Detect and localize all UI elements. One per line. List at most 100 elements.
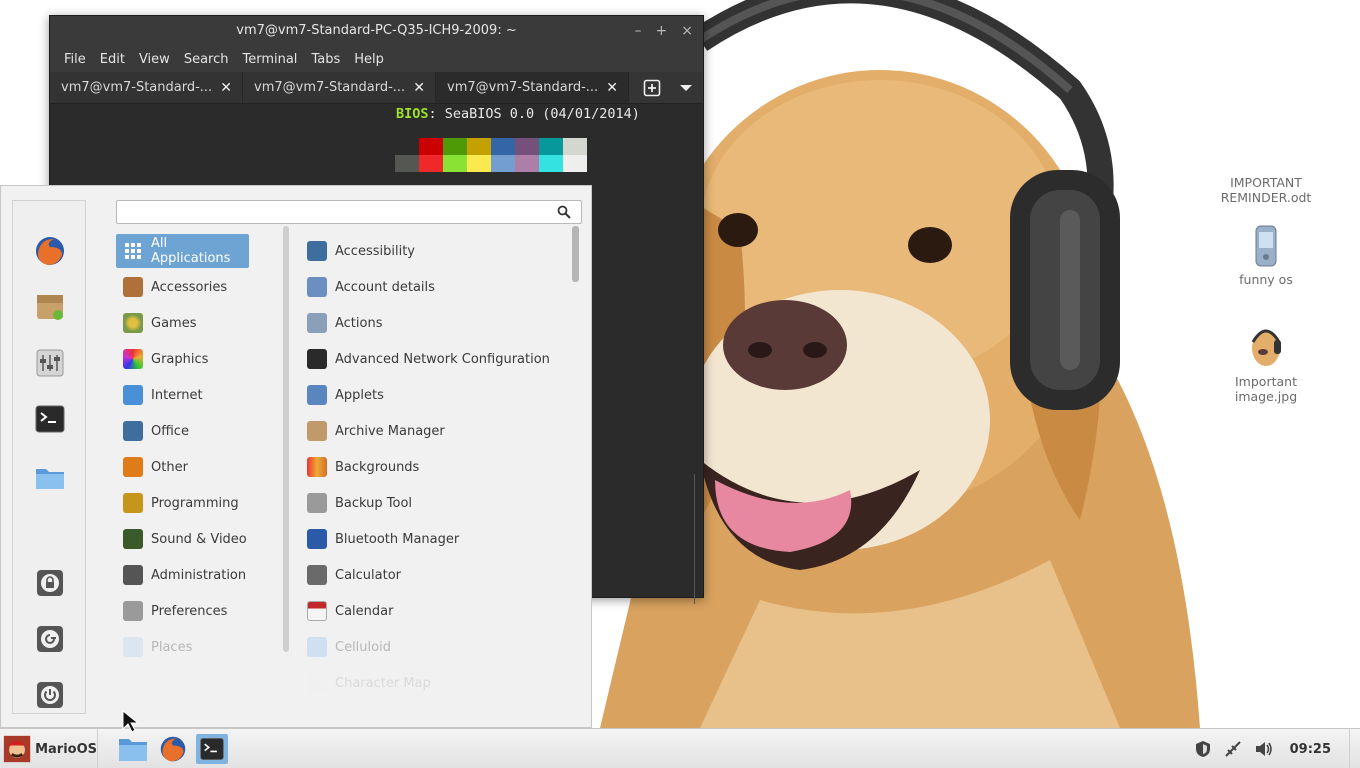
taskbar-files-launcher[interactable]	[117, 734, 149, 764]
app-advanced-network[interactable]: Advanced Network Configuration	[307, 342, 550, 376]
games-icon	[123, 313, 143, 333]
network-icon[interactable]	[1224, 740, 1242, 758]
close-tab-icon[interactable]: ✕	[220, 80, 232, 96]
terminal-scrollbar[interactable]	[694, 474, 700, 604]
other-icon	[123, 457, 143, 477]
app-label: Actions	[335, 315, 383, 331]
close-tab-icon[interactable]: ✕	[413, 80, 425, 96]
shield-icon[interactable]	[1194, 740, 1212, 758]
internet-icon	[123, 385, 143, 405]
taskbar-terminal-launcher[interactable]	[196, 734, 228, 764]
app-label: Applets	[335, 387, 384, 403]
search-input[interactable]	[125, 202, 545, 222]
mario-avatar-icon	[3, 735, 31, 763]
tab-label: vm7@vm7-Standard-...	[61, 80, 213, 95]
app-character-map[interactable]: Character Map	[307, 666, 431, 700]
taskbar-firefox-launcher[interactable]	[157, 734, 189, 764]
favorites-panel	[12, 200, 86, 714]
app-celluloid[interactable]: Celluloid	[307, 630, 391, 664]
logout-icon[interactable]	[34, 623, 66, 655]
category-office[interactable]: Office	[116, 414, 249, 448]
app-calculator[interactable]: Calculator	[307, 558, 401, 592]
volume-icon[interactable]	[1254, 740, 1274, 758]
category-games[interactable]: Games	[116, 306, 249, 340]
software-manager-icon[interactable]	[34, 291, 66, 323]
office-icon	[123, 421, 143, 441]
menu-file[interactable]: File	[57, 52, 93, 67]
tabs-dropdown-icon[interactable]	[679, 83, 693, 93]
files-icon[interactable]	[34, 461, 66, 493]
menu-terminal[interactable]: Terminal	[235, 52, 304, 67]
minimize-button[interactable]: –	[635, 16, 642, 46]
desktop-icon-funny-os[interactable]: funny os	[1206, 224, 1326, 287]
new-tab-icon[interactable]	[643, 79, 661, 97]
app-label: Calendar	[335, 603, 394, 619]
app-label: Archive Manager	[335, 423, 445, 439]
terminal-icon[interactable]	[34, 403, 66, 435]
category-places[interactable]: Places	[116, 630, 249, 664]
category-administration[interactable]: Administration	[116, 558, 249, 592]
app-backgrounds[interactable]: Backgrounds	[307, 450, 419, 484]
apps-scrollbar[interactable]	[572, 226, 579, 282]
close-tab-icon[interactable]: ✕	[606, 80, 618, 96]
calculator-icon	[307, 565, 327, 585]
desktop-icon-label: funny os	[1239, 272, 1293, 287]
image-icon	[1251, 329, 1281, 366]
palette-swatch	[467, 155, 491, 172]
terminal-tab[interactable]: vm7@vm7-Standard-... ✕	[243, 72, 436, 103]
app-backup-tool[interactable]: Backup Tool	[307, 486, 412, 520]
palette-swatch	[395, 138, 419, 155]
palette-swatch	[515, 155, 539, 172]
category-label: Programming	[151, 495, 239, 511]
app-actions[interactable]: Actions	[307, 306, 383, 340]
window-title: vm7@vm7-Standard-PC-Q35-ICH9-2009: ~	[236, 23, 517, 38]
clock[interactable]: 09:25	[1290, 742, 1331, 757]
menu-view[interactable]: View	[132, 52, 177, 67]
color-palette	[395, 138, 587, 172]
palette-swatch	[467, 138, 491, 155]
palette-swatch	[563, 138, 587, 155]
category-all-applications[interactable]: All Applications	[116, 234, 249, 268]
menu-edit[interactable]: Edit	[93, 52, 132, 67]
app-calendar[interactable]: Calendar	[307, 594, 393, 628]
calendar-icon	[307, 601, 327, 621]
category-sound-video[interactable]: Sound & Video	[116, 522, 249, 556]
app-applets[interactable]: Applets	[307, 378, 384, 412]
menu-tabs[interactable]: Tabs	[304, 52, 347, 67]
mouse-cursor-icon	[122, 710, 140, 733]
tab-label: vm7@vm7-Standard-...	[447, 80, 599, 95]
category-preferences[interactable]: Preferences	[116, 594, 249, 628]
maximize-button[interactable]: +	[656, 16, 668, 46]
menu-search-field[interactable]	[116, 200, 582, 224]
grid-icon	[125, 243, 141, 259]
desktop-icon-important-image[interactable]: Important image.jpg	[1206, 322, 1326, 404]
app-accessibility[interactable]: Accessibility	[307, 234, 415, 268]
category-internet[interactable]: Internet	[116, 378, 249, 412]
desktop-icon-reminder[interactable]: IMPORTANT REMINDER.odt	[1206, 175, 1326, 205]
app-account-details[interactable]: Account details	[307, 270, 435, 304]
charmap-icon	[307, 673, 327, 693]
preferences-icon	[123, 601, 143, 621]
terminal-titlebar[interactable]: vm7@vm7-Standard-PC-Q35-ICH9-2009: ~ – +…	[50, 16, 703, 46]
category-label: Preferences	[151, 603, 228, 619]
category-accessories[interactable]: Accessories	[116, 270, 249, 304]
category-graphics[interactable]: Graphics	[116, 342, 249, 376]
terminal-tab[interactable]: vm7@vm7-Standard-... ✕	[50, 72, 243, 103]
start-menu-button[interactable]: MarioOS	[0, 729, 98, 768]
system-settings-icon[interactable]	[34, 347, 66, 379]
app-bluetooth-manager[interactable]: Bluetooth Manager	[307, 522, 459, 556]
app-archive-manager[interactable]: Archive Manager	[307, 414, 445, 448]
palette-swatch	[539, 155, 563, 172]
firefox-icon[interactable]	[34, 235, 66, 267]
close-button[interactable]: ×	[681, 16, 693, 46]
menu-search[interactable]: Search	[177, 52, 236, 67]
celluloid-icon	[307, 637, 327, 657]
category-other[interactable]: Other	[116, 450, 249, 484]
category-programming[interactable]: Programming	[116, 486, 249, 520]
shutdown-icon[interactable]	[34, 679, 66, 711]
lock-screen-icon[interactable]	[34, 567, 66, 599]
menu-help[interactable]: Help	[347, 52, 391, 67]
category-scrollbar[interactable]	[283, 226, 289, 652]
terminal-tab-active[interactable]: vm7@vm7-Standard-... ✕	[436, 72, 629, 103]
tab-label: vm7@vm7-Standard-...	[254, 80, 406, 95]
